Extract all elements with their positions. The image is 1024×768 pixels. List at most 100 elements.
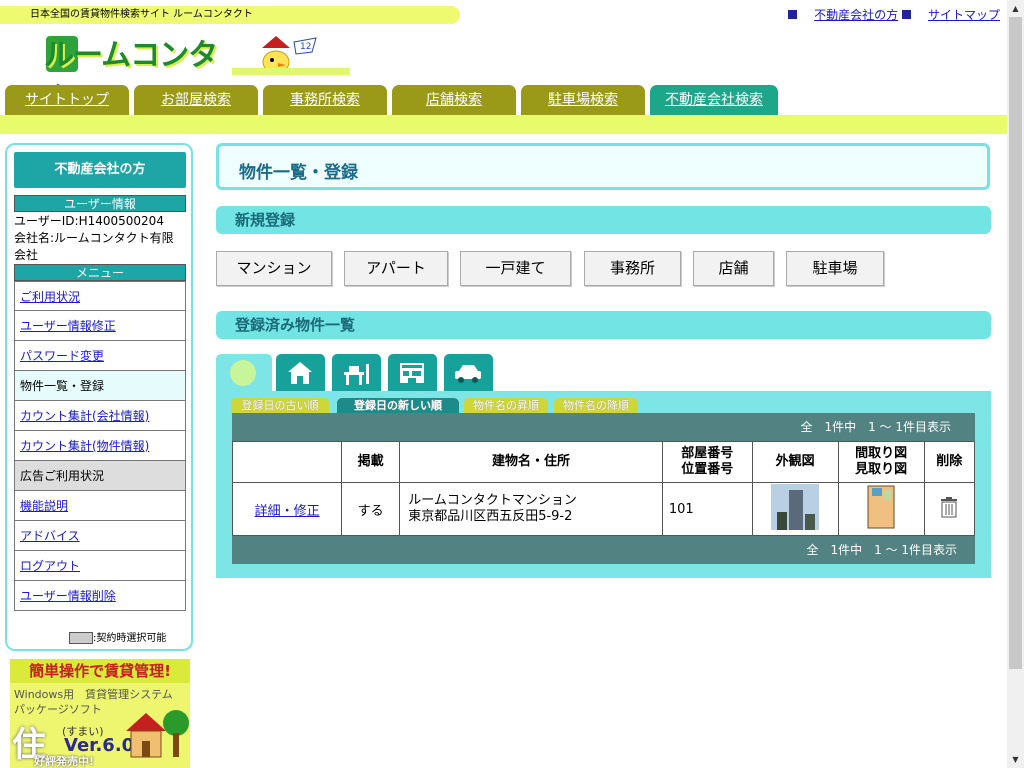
menu-count-property[interactable]: カウント集計(物件情報) bbox=[14, 431, 186, 461]
user-info-header: ユーザー情報 bbox=[14, 195, 186, 212]
page-title: 物件一覧・登録 bbox=[239, 163, 358, 183]
sidebar: 不動産会社の方 ユーザー情報 ユーザーID:H1400500204 会社名:ルー… bbox=[5, 143, 193, 651]
sitemap-link[interactable]: サイトマップ bbox=[928, 8, 1000, 22]
car-icon bbox=[455, 365, 481, 383]
house-icon bbox=[288, 362, 312, 384]
menu-features-link[interactable]: 機能説明 bbox=[20, 499, 68, 513]
register-parking-button[interactable]: 駐車場 bbox=[786, 251, 884, 286]
ad-banner[interactable]: 簡単操作で賃貸管理! Windows用 賃貸管理システム パッケージソフト 住 … bbox=[10, 659, 190, 768]
trash-icon[interactable] bbox=[939, 496, 959, 518]
nav-tab-realtor-search[interactable]: 不動産会社検索 bbox=[650, 85, 778, 115]
company-name: 会社名:ルームコンタクト有限会社 bbox=[14, 231, 174, 262]
site-tagline: 日本全国の賃貸物件検索サイト ルームコンタクト bbox=[30, 9, 253, 20]
ad-line-2: パッケージソフト bbox=[14, 703, 102, 716]
menu-edit-user-link[interactable]: ユーザー情報修正 bbox=[20, 319, 116, 333]
menu-usage-status[interactable]: ご利用状況 bbox=[14, 281, 186, 311]
col-published: 掲載 bbox=[341, 441, 401, 483]
nav-tab-store-search[interactable]: 店舗検索 bbox=[392, 85, 516, 115]
tab-residence[interactable] bbox=[276, 354, 325, 391]
menu-count-company[interactable]: カウント集計(会社情報) bbox=[14, 401, 186, 431]
sort-newest[interactable]: 登録日の新しい順 bbox=[337, 398, 459, 414]
menu-count-property-link[interactable]: カウント集計(物件情報) bbox=[20, 439, 149, 453]
register-mansion-button[interactable]: マンション bbox=[216, 251, 332, 286]
tab-all[interactable] bbox=[216, 354, 272, 392]
sort-oldest[interactable]: 登録日の古い順 bbox=[231, 398, 329, 414]
menu-change-password[interactable]: パスワード変更 bbox=[14, 341, 186, 371]
detail-edit-link[interactable]: 詳細・修正 bbox=[255, 504, 320, 519]
legend: :契約時選択可能 bbox=[69, 629, 166, 644]
nav-tab-room-search[interactable]: お部屋検索 bbox=[134, 85, 258, 115]
user-info: ユーザーID:H1400500204 会社名:ルームコンタクト有限会社 bbox=[14, 213, 184, 264]
square-bullet-icon bbox=[901, 10, 911, 19]
site-logo[interactable]: ルームコンタクト bbox=[44, 28, 244, 117]
register-store-button[interactable]: 店舗 bbox=[693, 251, 774, 286]
menu-logout-link[interactable]: ログアウト bbox=[20, 559, 80, 573]
menu-property-list: 物件一覧・登録 bbox=[14, 371, 186, 401]
sort-name-desc[interactable]: 物件名の降順 bbox=[554, 398, 638, 414]
menu-advice-link[interactable]: アドバイス bbox=[20, 529, 80, 543]
ad-line-1: Windows用 賃貸管理システム bbox=[14, 688, 173, 701]
tab-office[interactable] bbox=[332, 354, 381, 391]
col-floorplan: 間取り図 見取り図 bbox=[837, 441, 925, 483]
store-icon bbox=[400, 363, 424, 383]
action-cell: 詳細・修正 bbox=[231, 482, 343, 536]
nav-tab-office-search[interactable]: 事務所検索 bbox=[263, 85, 387, 115]
legend-text: :契約時選択可能 bbox=[93, 633, 167, 644]
pager-bottom: 全 1件中 1 ～ 1件目表示 bbox=[232, 536, 975, 564]
tab-parking[interactable] bbox=[444, 354, 493, 391]
vertical-scrollbar[interactable]: ▲ ▼ bbox=[1007, 0, 1024, 768]
tab-store[interactable] bbox=[388, 354, 437, 391]
nav-tab-site-top[interactable]: サイトトップ bbox=[5, 85, 129, 115]
ad-headline: 簡単操作で賃貸管理! bbox=[10, 659, 190, 683]
property-table: 掲載 建物名・住所 部屋番号 位置番号 外観図 間取り図 見取り図 削除 詳細・… bbox=[231, 441, 976, 536]
table-header-row: 掲載 建物名・住所 部屋番号 位置番号 外観図 間取り図 見取り図 削除 bbox=[231, 441, 976, 483]
col-delete: 削除 bbox=[923, 441, 976, 483]
floorplan-thumbnail[interactable] bbox=[866, 484, 896, 530]
col-room-number: 部屋番号 位置番号 bbox=[661, 441, 753, 483]
menu-count-company-link[interactable]: カウント集計(会社情報) bbox=[20, 409, 149, 423]
header-links: 不動産会社の方 サイトマップ bbox=[788, 6, 1000, 23]
exterior-photo-thumbnail[interactable] bbox=[771, 484, 820, 530]
site-tagline-strip: 日本全国の賃貸物件検索サイト ルームコンタクト bbox=[0, 6, 460, 24]
page-title-box: 物件一覧・登録 bbox=[216, 143, 990, 190]
logo-underline bbox=[232, 68, 350, 75]
col-name-address: 建物名・住所 bbox=[399, 441, 663, 483]
sidebar-title: 不動産会社の方 bbox=[14, 152, 186, 188]
house-tree-icon bbox=[126, 710, 189, 758]
menu-ad-usage: 広告ご利用状況 bbox=[14, 461, 186, 491]
property-table-wrap: 全 1件中 1 ～ 1件目表示 掲載 建物名・住所 部屋番号 位置番号 外観図 … bbox=[231, 413, 976, 564]
exterior-cell bbox=[751, 482, 839, 536]
scroll-up-arrow-icon[interactable]: ▲ bbox=[1007, 0, 1024, 17]
legend-grey-box bbox=[69, 632, 93, 644]
nav-tab-parking-search[interactable]: 駐車場検索 bbox=[521, 85, 645, 115]
sort-name-asc[interactable]: 物件名の昇順 bbox=[464, 398, 548, 414]
realtor-link[interactable]: 不動産会社の方 bbox=[814, 8, 898, 22]
building-address: 東京都品川区西五反田5-9-2 bbox=[408, 509, 573, 524]
menu-usage-status-link[interactable]: ご利用状況 bbox=[20, 290, 80, 304]
scroll-thumb[interactable] bbox=[1009, 17, 1022, 669]
name-address-cell: ルームコンタクトマンション 東京都品川区西五反田5-9-2 bbox=[399, 482, 663, 536]
menu-advice[interactable]: アドバイス bbox=[14, 521, 186, 551]
sidebar-menu: ご利用状況 ユーザー情報修正 パスワード変更 物件一覧・登録 カウント集計(会社… bbox=[14, 281, 186, 611]
register-house-button[interactable]: 一戸建て bbox=[460, 251, 571, 286]
register-office-button[interactable]: 事務所 bbox=[584, 251, 681, 286]
published-cell: する bbox=[341, 482, 401, 536]
scroll-down-arrow-icon[interactable]: ▼ bbox=[1007, 751, 1024, 768]
new-registration-header: 新規登録 bbox=[216, 206, 991, 234]
menu-edit-user[interactable]: ユーザー情報修正 bbox=[14, 311, 186, 341]
user-id: ユーザーID:H1400500204 bbox=[14, 214, 164, 228]
delete-cell bbox=[923, 482, 976, 536]
registered-list-header: 登録済み物件一覧 bbox=[216, 311, 991, 339]
col-exterior: 外観図 bbox=[751, 441, 839, 483]
menu-features[interactable]: 機能説明 bbox=[14, 491, 186, 521]
menu-change-password-link[interactable]: パスワード変更 bbox=[20, 349, 104, 363]
menu-header: メニュー bbox=[14, 264, 186, 281]
room-number-cell: 101 bbox=[661, 482, 753, 536]
menu-delete-user-link[interactable]: ユーザー情報削除 bbox=[20, 589, 116, 603]
building-name: ルームコンタクトマンション bbox=[408, 493, 577, 508]
desk-icon bbox=[344, 364, 369, 385]
register-apartment-button[interactable]: アパート bbox=[344, 251, 448, 286]
menu-logout[interactable]: ログアウト bbox=[14, 551, 186, 581]
pager-top: 全 1件中 1 ～ 1件目表示 bbox=[232, 413, 975, 441]
menu-delete-user[interactable]: ユーザー情報削除 bbox=[14, 581, 186, 611]
